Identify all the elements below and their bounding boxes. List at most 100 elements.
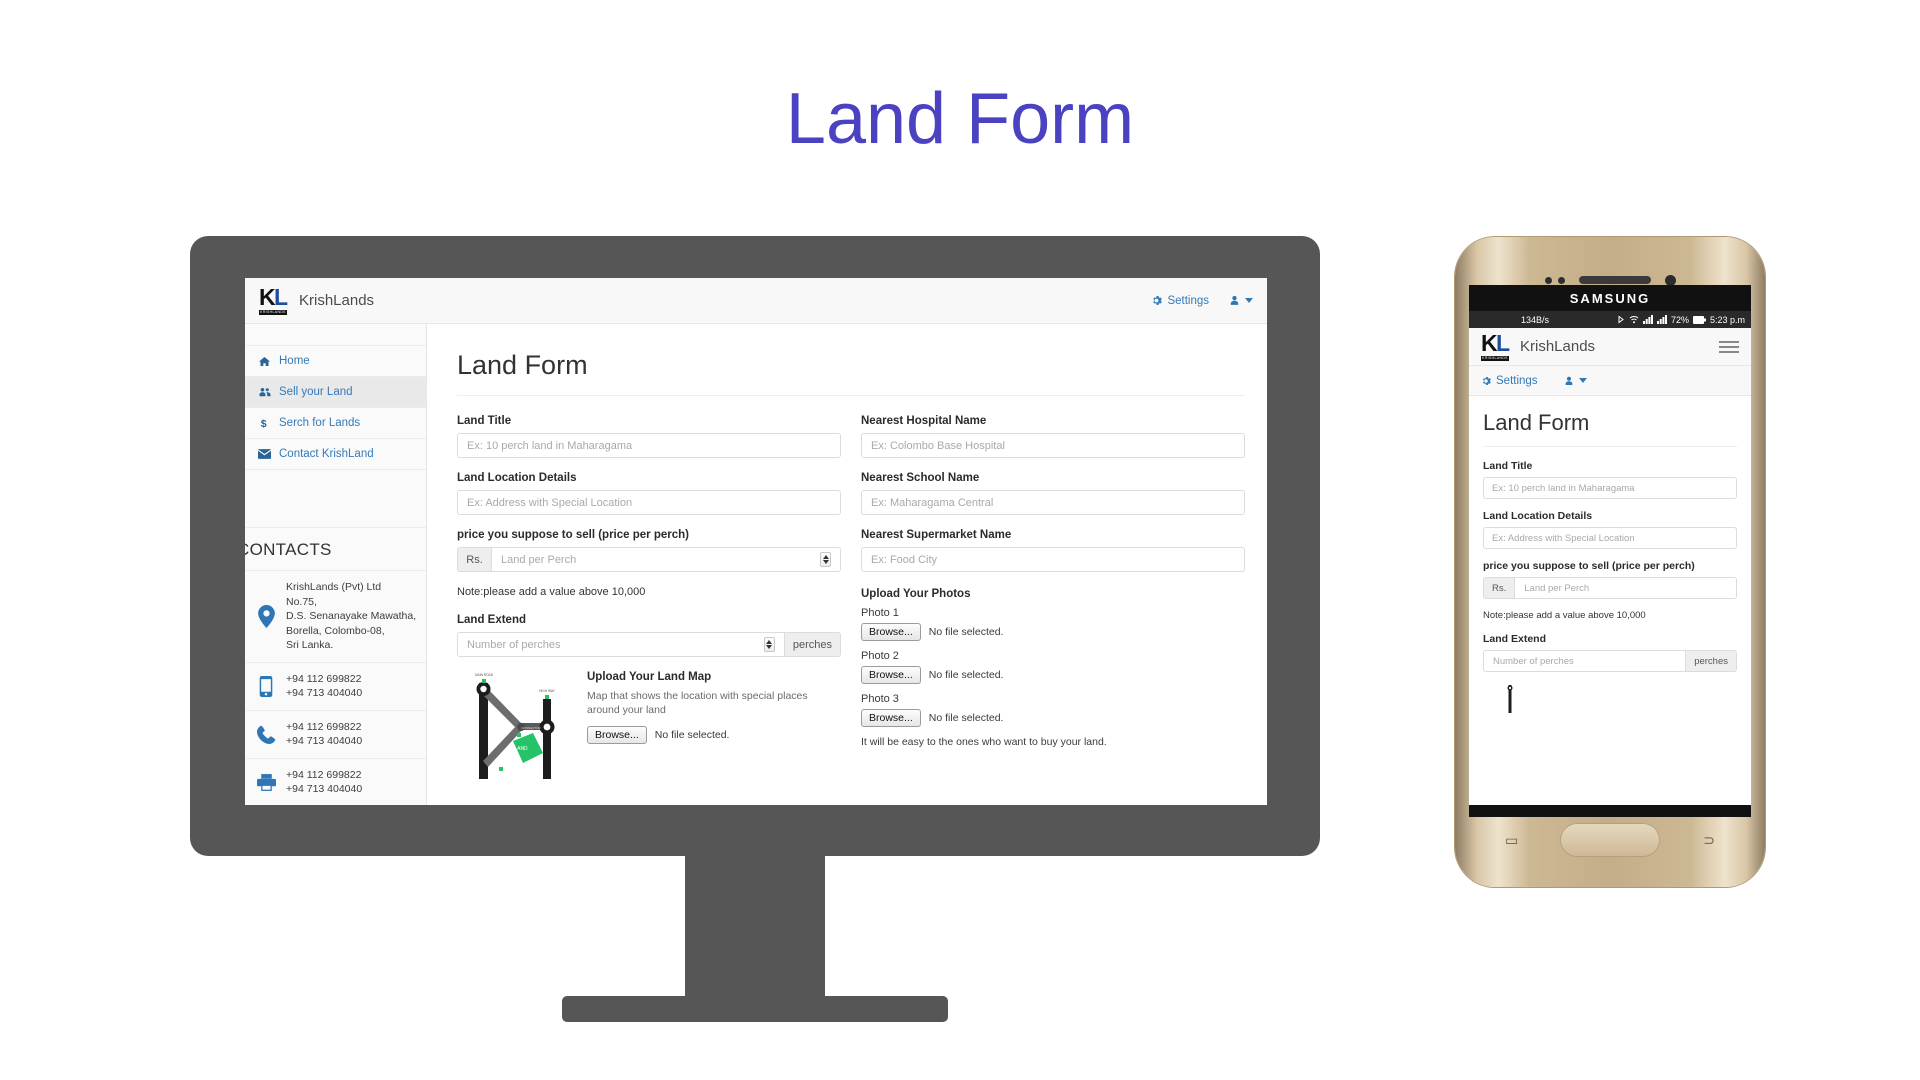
phone-user-menu[interactable] [1564, 376, 1587, 386]
gear-icon [1483, 376, 1491, 385]
supermarket-input[interactable]: Ex: Food City [861, 547, 1245, 572]
price-note: Note:please add a value above 10,000 [457, 586, 646, 598]
phone-land-location-input[interactable]: Ex: Address with Special Location [1483, 527, 1737, 549]
photo-label: Photo 2 [861, 650, 899, 662]
phone-land-location-placeholder: Ex: Address with Special Location [1492, 532, 1635, 544]
land-extent-label: Land Extend [457, 614, 527, 626]
photo-browse-button[interactable]: Browse... [861, 709, 921, 727]
phone-settings-label: Settings [1496, 374, 1538, 387]
hospital-input[interactable]: Ex: Colombo Base Hospital [861, 433, 1245, 458]
hamburger-icon[interactable] [1719, 340, 1739, 353]
phone-settings-link[interactable]: Settings [1481, 375, 1538, 387]
phone-number: +94 713 404040 [286, 783, 363, 795]
photo-label: Photo 1 [861, 607, 899, 619]
photo-browse-button[interactable]: Browse... [861, 623, 921, 641]
desktop-monitor-mockup: K L KRISHLANDS KrishLands Settings Home … [190, 236, 1320, 1022]
battery-icon [1692, 315, 1706, 324]
spinner-down-icon[interactable] [766, 645, 773, 649]
land-map-block: LAND MAIN ROAD HIGH WAY CONNECTOR Upload… [457, 671, 841, 786]
phone-form-panel: Land Form Land Title Ex: 10 perch land i… [1469, 396, 1751, 718]
land-extent-unit-addon: perches [784, 632, 841, 657]
sidebar-item-serch-for-lands[interactable]: $ Serch for Lands [245, 408, 426, 439]
sidebar-item-contact-krishland[interactable]: Contact KrishLand [245, 439, 426, 470]
sidebar-item-home[interactable]: Home [245, 346, 426, 377]
land-extent-input[interactable]: Number of perches [457, 632, 785, 657]
phone-home-button[interactable] [1560, 823, 1660, 857]
land-title-label: Land Title [457, 415, 512, 427]
contact-telephone: +94 112 699822 +94 713 404040 [245, 709, 426, 758]
sidebar-gap [245, 470, 426, 528]
land-map-diagram-icon [1483, 683, 1543, 713]
signal-bars-icon [1656, 315, 1667, 324]
phone-number: +94 112 699822 [286, 768, 362, 781]
phone-back-key-icon[interactable]: ⊃ [1703, 832, 1715, 849]
land-title-input[interactable]: Ex: 10 perch land in Maharagama [457, 433, 841, 458]
spinner-down-icon[interactable] [822, 560, 829, 564]
krishlands-logo-icon: K L KRISHLANDS [259, 285, 289, 316]
phone-number: +94 112 699822 [286, 720, 362, 733]
phone-land-extent-label: Land Extend [1483, 633, 1547, 645]
supermarket-label: Nearest Supermarket Name [861, 529, 1012, 541]
spinner-up-icon[interactable] [822, 555, 829, 559]
phone-form-heading: Land Form [1483, 410, 1737, 447]
telephone-icon [255, 725, 277, 744]
form-column-right: Nearest Hospital Name Ex: Colombo Base H… [861, 415, 1245, 786]
form-columns: Land Title Ex: 10 perch land in Maharaga… [457, 415, 1245, 786]
presentation-slide: Land Form K L KRISHLANDS KrishLands Sett… [0, 0, 1920, 1080]
land-location-placeholder: Ex: Address with Special Location [467, 496, 633, 509]
land-map-browse-button[interactable]: Browse... [587, 726, 647, 744]
phone-number: +94 713 404040 [286, 687, 363, 699]
price-input[interactable]: Land per Perch [491, 547, 841, 572]
bluetooth-icon [1618, 315, 1624, 324]
gear-icon [1153, 296, 1163, 305]
school-input[interactable]: Ex: Maharagama Central [861, 490, 1245, 515]
phone-price-input[interactable]: Land per Perch [1514, 577, 1737, 599]
extent-spinner[interactable] [763, 637, 775, 652]
app-navbar: K L KRISHLANDS KrishLands Settings [245, 278, 1267, 324]
photo-label: Photo 3 [861, 693, 899, 705]
spinner-up-icon[interactable] [766, 640, 773, 644]
price-label: price you suppose to sell (price per per… [457, 529, 689, 541]
address-line: Sri Lanka. [286, 639, 334, 651]
school-label: Nearest School Name [861, 472, 980, 484]
phone-price-currency-addon: Rs. [1483, 577, 1515, 599]
signal-bars-icon [1642, 315, 1653, 324]
user-menu[interactable] [1229, 295, 1253, 306]
form-heading: Land Form [457, 350, 1245, 396]
phone-brand-label: SAMSUNG [1469, 285, 1751, 311]
phone-brand-name: KrishLands [1520, 338, 1596, 355]
monitor-base [562, 996, 948, 1022]
phone-land-extent-unit-addon: perches [1686, 650, 1737, 672]
hospital-label: Nearest Hospital Name [861, 415, 987, 427]
svg-text:MAIN ROAD: MAIN ROAD [475, 673, 494, 677]
land-map-file-status: No file selected. [654, 729, 730, 741]
phone-land-title-input[interactable]: Ex: 10 perch land in Maharagama [1483, 477, 1737, 499]
price-spinner[interactable] [820, 552, 831, 567]
contact-fax-lines: +94 112 699822 +94 713 404040 [286, 768, 362, 797]
mobile-phone-icon [255, 675, 277, 697]
sidebar-item-sell-your-land[interactable]: Sell your Land [245, 377, 426, 408]
address-line: D.S. Senanayake Mawatha, [286, 610, 417, 622]
land-location-input[interactable]: Ex: Address with Special Location [457, 490, 841, 515]
settings-link[interactable]: Settings [1151, 295, 1209, 307]
photo-upload-item: Photo 2 Browse... No file selected. [861, 650, 1245, 684]
phone-land-extent-input[interactable]: Number of perches [1483, 650, 1687, 672]
photo-browse-button[interactable]: Browse... [861, 666, 921, 684]
brand[interactable]: K L KRISHLANDS KrishLands [259, 285, 374, 316]
svg-text:HIGH WAY: HIGH WAY [539, 689, 556, 693]
phone-earpiece-icon [1578, 276, 1651, 284]
price-input-group: Rs. Land per Perch [457, 547, 841, 572]
price-currency-addon: Rs. [457, 547, 491, 572]
land-title-placeholder: Ex: 10 perch land in Maharagama [467, 439, 633, 452]
sidebar-item-label: Contact KrishLand [279, 448, 374, 460]
form-panel: Land Form Land Title Ex: 10 perch land i… [427, 324, 1267, 805]
land-map-text: Upload Your Land Map Map that shows the … [587, 671, 841, 786]
logo-letter-l: L [1496, 329, 1511, 356]
address-line: KrishLands (Pvt) Ltd [286, 581, 382, 593]
smartphone-mockup: SAMSUNG 134B/s 72% 5:23 p.m K L KRISHLAN… [1455, 237, 1765, 887]
user-icon [1565, 376, 1572, 385]
phone-front-camera-icon [1664, 274, 1676, 286]
monitor-screen: K L KRISHLANDS KrishLands Settings Home … [245, 278, 1267, 805]
land-map-diagram-icon: LAND MAIN ROAD HIGH WAY CONNECTOR [457, 671, 575, 781]
phone-recents-key-icon[interactable]: ▭ [1505, 832, 1518, 849]
